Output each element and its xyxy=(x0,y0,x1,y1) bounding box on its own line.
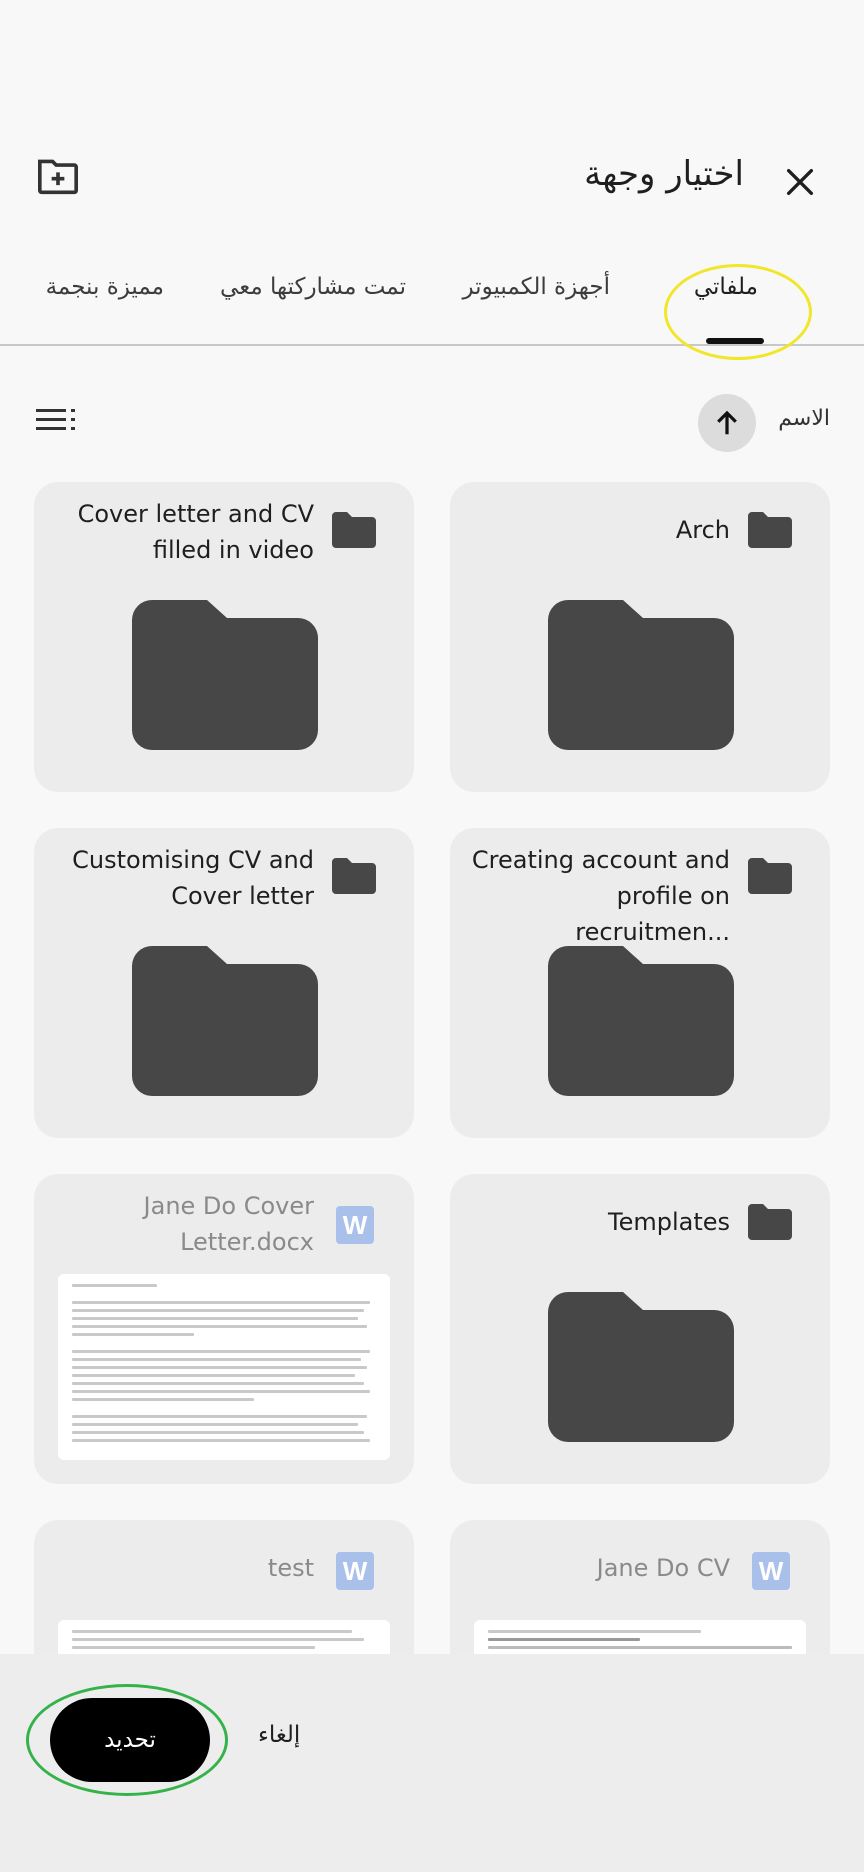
sort-label[interactable]: الاسم xyxy=(778,406,830,431)
folder-card[interactable]: Cover letter and CV filled in video xyxy=(34,482,414,792)
list-view-icon xyxy=(36,409,75,430)
cancel-button[interactable]: إلغاء xyxy=(258,1722,300,1748)
folder-preview-icon xyxy=(132,946,318,1096)
item-name: Cover letter and CV filled in video xyxy=(77,500,314,564)
folder-icon xyxy=(748,1204,792,1240)
arrow-up-icon xyxy=(717,410,737,435)
folder-icon xyxy=(332,858,376,894)
item-name: Customising CV and Cover letter xyxy=(72,846,314,910)
item-name: test xyxy=(267,1554,314,1582)
folder-card[interactable]: Arch xyxy=(450,482,830,792)
page-title: اختيار وجهة xyxy=(584,154,744,194)
folder-card[interactable]: Customising CV and Cover letter xyxy=(34,828,414,1138)
close-icon xyxy=(786,168,814,196)
create-new-folder-icon xyxy=(38,159,78,195)
folder-preview-icon xyxy=(548,1292,734,1442)
document-card[interactable]: Jane Do Cover Letter.docx W xyxy=(34,1174,414,1484)
tab-shared-with-me[interactable]: تمت مشاركتها معي xyxy=(220,274,406,300)
folder-card[interactable]: Creating account and profile on recruitm… xyxy=(450,828,830,1138)
action-bar: تحديد إلغاء xyxy=(0,1654,864,1872)
folder-icon xyxy=(748,858,792,894)
folder-preview-icon xyxy=(548,946,734,1096)
folder-preview-icon xyxy=(132,600,318,750)
list-view-button[interactable] xyxy=(36,406,80,438)
word-doc-icon: W xyxy=(336,1552,374,1590)
folder-icon xyxy=(332,512,376,548)
folder-preview-icon xyxy=(548,600,734,750)
word-doc-icon: W xyxy=(752,1552,790,1590)
item-name: Templates xyxy=(607,1208,730,1236)
new-folder-button[interactable] xyxy=(36,156,84,204)
app-header: اختيار وجهة xyxy=(0,140,864,230)
folder-icon xyxy=(748,512,792,548)
close-button[interactable] xyxy=(772,154,828,210)
document-thumbnail xyxy=(58,1274,390,1460)
item-name: Creating account and profile on recruitm… xyxy=(471,846,730,946)
item-name: Jane Do Cover Letter.docx xyxy=(143,1192,314,1256)
sort-bar: الاسم xyxy=(0,392,864,452)
annotation-highlight-yellow xyxy=(664,264,812,360)
sort-direction-button[interactable] xyxy=(698,394,756,452)
annotation-highlight-green xyxy=(26,1684,228,1796)
tab-starred[interactable]: مميزة بنجمة xyxy=(46,274,164,300)
tab-computers[interactable]: أجهزة الكمبيوتر xyxy=(462,274,610,300)
item-name: Jane Do CV xyxy=(596,1554,730,1582)
word-doc-icon: W xyxy=(336,1206,374,1244)
item-name: Arch xyxy=(675,516,730,544)
folder-card[interactable]: Templates xyxy=(450,1174,830,1484)
